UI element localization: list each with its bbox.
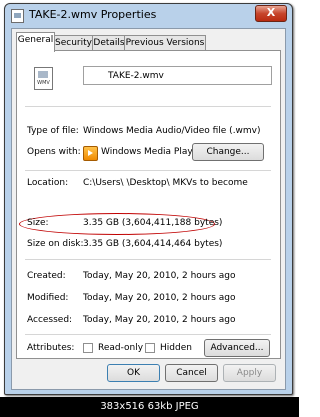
hidden-label: Hidden — [160, 343, 192, 353]
size-on-disk-value: 3.35 GB (3,604,414,464 bytes) — [83, 239, 223, 249]
size-value: 3.35 GB (3,604,411,188 bytes) — [83, 218, 223, 228]
separator — [25, 170, 271, 171]
separator — [25, 106, 271, 107]
type-of-file-value: Windows Media Audio/Video file (.wmv) — [83, 126, 261, 136]
created-value: Today, May 20, 2010, 2 hours ago — [83, 271, 236, 281]
close-button[interactable]: X — [255, 5, 287, 22]
separator — [25, 334, 271, 335]
opens-with-value: Windows Media Player — [101, 147, 202, 157]
change-button[interactable]: Change... — [192, 143, 264, 161]
tab-general[interactable]: General — [16, 32, 55, 52]
created-label: Created: — [27, 271, 66, 281]
title-bar[interactable]: TAKE-2.wmv Properties X — [5, 4, 292, 26]
modified-value: Today, May 20, 2010, 2 hours ago — [83, 293, 236, 303]
file-icon — [11, 9, 24, 23]
window-title: TAKE-2.wmv Properties — [29, 8, 157, 21]
read-only-label: Read-only — [98, 343, 144, 353]
opens-with-label: Opens with: — [27, 147, 81, 157]
tab-details[interactable]: Details — [92, 35, 126, 51]
wmv-file-icon: WMV — [34, 67, 53, 90]
general-panel: WMV TAKE-2.wmv Type of file: Windows Med… — [16, 50, 281, 359]
size-on-disk-label: Size on disk: — [27, 239, 84, 249]
advanced-button[interactable]: Advanced... — [204, 339, 270, 357]
separator — [25, 259, 271, 260]
accessed-label: Accessed: — [27, 315, 73, 325]
size-label: Size: — [27, 218, 49, 228]
hidden-checkbox[interactable] — [145, 343, 155, 353]
tab-previous-versions[interactable]: Previous Versions — [124, 35, 206, 51]
attributes-label: Attributes: — [27, 343, 75, 353]
type-of-file-label: Type of file: — [27, 126, 79, 136]
accessed-value: Today, May 20, 2010, 2 hours ago — [83, 315, 236, 325]
cancel-button[interactable]: Cancel — [165, 364, 218, 382]
apply-button[interactable]: Apply — [223, 364, 276, 382]
modified-label: Modified: — [27, 293, 69, 303]
file-name-field[interactable]: TAKE-2.wmv — [83, 66, 272, 85]
ok-button[interactable]: OK — [107, 364, 160, 382]
read-only-checkbox[interactable] — [83, 343, 93, 353]
dialog-client: General Security Details Previous Versio… — [11, 28, 286, 390]
properties-window: TAKE-2.wmv Properties X General Security… — [4, 3, 293, 395]
media-player-icon — [83, 146, 98, 161]
image-caption: 383x516 63kb JPEG — [0, 397, 299, 417]
tab-security[interactable]: Security — [53, 35, 94, 51]
location-value: C:\Users\ \Desktop\ MKVs to become — [83, 178, 248, 188]
location-label: Location: — [27, 178, 69, 188]
